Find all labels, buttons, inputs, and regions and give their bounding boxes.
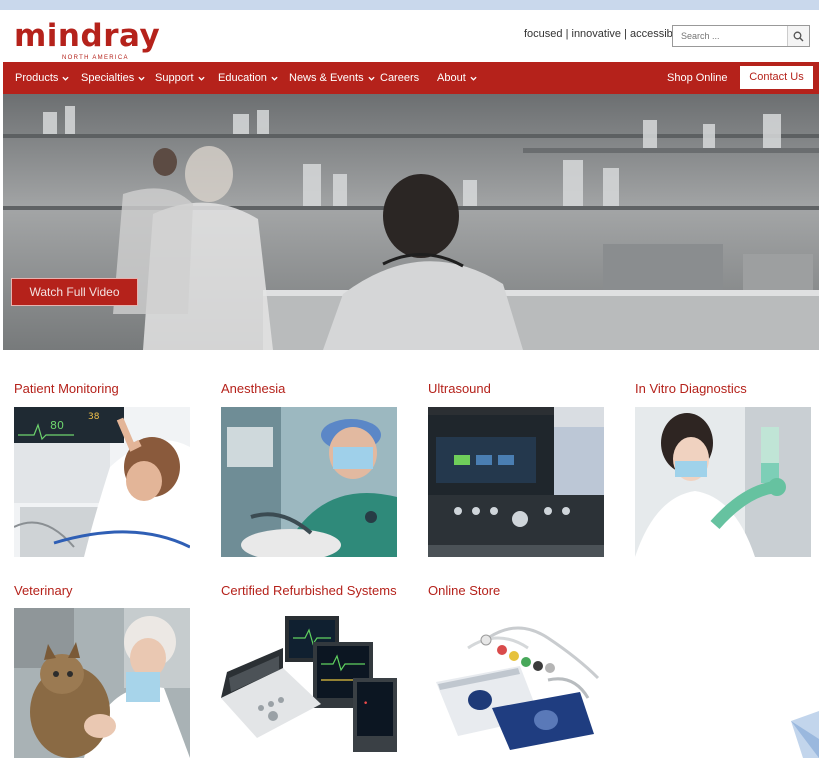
logo-wordmark: mindray: [14, 18, 161, 54]
category-title-refurbished-systems[interactable]: Certified Refurbished Systems: [221, 583, 397, 598]
logo-subtitle: NORTH AMERICA: [62, 55, 129, 61]
online-store-image[interactable]: [428, 608, 604, 758]
category-title-online-store[interactable]: Online Store: [428, 583, 500, 598]
nav-products[interactable]: Products: [15, 62, 70, 94]
category-title-in-vitro-diagnostics[interactable]: In Vitro Diagnostics: [635, 381, 747, 396]
nav-label: Careers: [380, 72, 420, 84]
monitor-reading-1: 80: [50, 419, 64, 432]
mindray-logo[interactable]: mindray NORTH AMERICA: [14, 18, 161, 62]
svg-text:•: •: [363, 699, 368, 709]
top-accent-strip: [0, 0, 819, 10]
nav-label: Products: [15, 72, 59, 84]
in-vitro-diagnostics-photo: [635, 407, 811, 557]
category-title-ultrasound[interactable]: Ultrasound: [428, 381, 491, 396]
chevron-down-icon: [197, 76, 205, 81]
nav-about[interactable]: About: [437, 62, 477, 94]
search-icon: [793, 31, 804, 41]
in-vitro-diagnostics-image[interactable]: [635, 407, 811, 557]
search-button[interactable]: [787, 26, 809, 46]
veterinary-image[interactable]: [14, 608, 190, 758]
ultrasound-photo: [428, 407, 604, 557]
search-input[interactable]: [673, 26, 787, 46]
nav-label: News & Events: [289, 72, 364, 84]
main-nav: Products Specialties Support Education N…: [3, 62, 819, 94]
nav-label: Specialties: [81, 72, 135, 84]
chevron-down-icon: [271, 76, 278, 81]
nav-specialties[interactable]: Specialties: [81, 62, 145, 94]
refurbished-systems-photo: •: [221, 608, 397, 758]
nav-shop-online[interactable]: Shop Online: [667, 62, 728, 94]
ultrasound-image[interactable]: [428, 407, 604, 557]
nav-label: Education: [218, 72, 267, 84]
chevron-down-icon: [62, 76, 70, 81]
hero-video[interactable]: Watch Full Video: [3, 94, 819, 350]
online-store-photo: [428, 608, 604, 758]
refurbished-systems-image[interactable]: •: [221, 608, 397, 758]
nav-careers[interactable]: Careers: [380, 62, 419, 94]
search-box: [672, 25, 810, 47]
veterinary-photo: [14, 608, 190, 758]
corner-ribbon-decoration: [791, 711, 819, 758]
contact-us-button[interactable]: Contact Us: [740, 66, 813, 89]
anesthesia-image[interactable]: [221, 407, 397, 557]
watch-video-button[interactable]: Watch Full Video: [11, 278, 138, 306]
nav-label: About: [437, 72, 466, 84]
category-title-patient-monitoring[interactable]: Patient Monitoring: [14, 381, 119, 396]
tagline: focused | innovative | accessible: [524, 28, 682, 40]
chevron-down-icon: [367, 76, 375, 81]
nav-label: Support: [155, 72, 194, 84]
monitor-reading-2: 38: [88, 412, 100, 422]
patient-monitoring-image[interactable]: 80 38: [14, 407, 190, 557]
chevron-down-icon: [138, 76, 145, 81]
nav-support[interactable]: Support: [155, 62, 205, 94]
nav-news-events[interactable]: News & Events: [289, 62, 375, 94]
patient-monitoring-photo: 80 38: [14, 407, 190, 557]
category-title-veterinary[interactable]: Veterinary: [14, 583, 73, 598]
anesthesia-photo: [221, 407, 397, 557]
lab-scene-photo: [3, 94, 819, 350]
chevron-down-icon: [470, 76, 477, 81]
category-title-anesthesia[interactable]: Anesthesia: [221, 381, 285, 396]
nav-education[interactable]: Education: [218, 62, 278, 94]
nav-label: Shop Online: [667, 72, 728, 84]
site-header: mindray NORTH AMERICA focused | innovati…: [0, 10, 819, 62]
